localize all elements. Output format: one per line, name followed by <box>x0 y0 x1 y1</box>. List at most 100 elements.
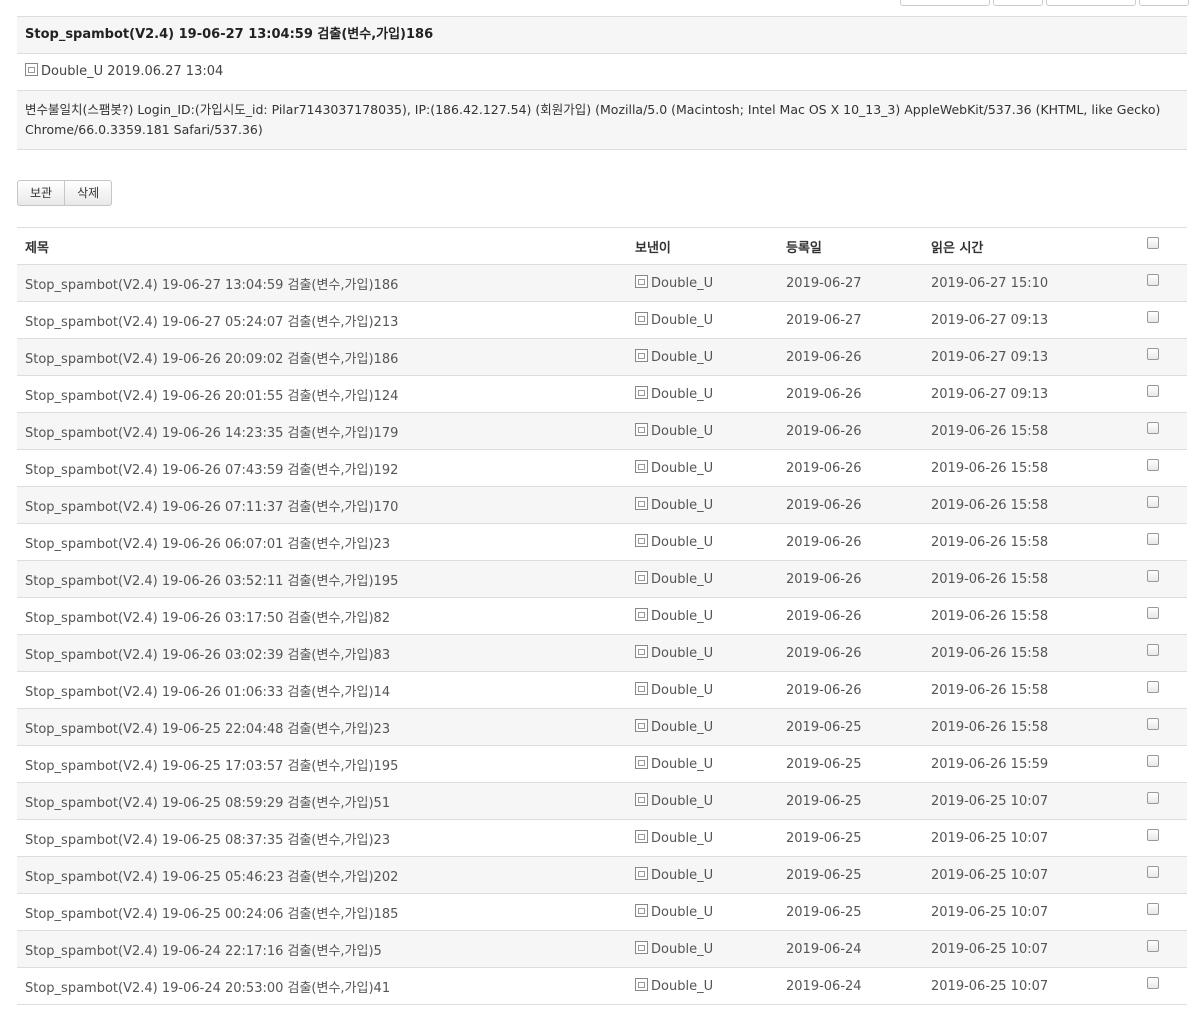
row-sender[interactable]: Double_U <box>651 350 713 365</box>
select-all-checkbox[interactable] <box>1147 237 1159 249</box>
row-sender[interactable]: Double_U <box>651 387 713 402</box>
row-sender[interactable]: Double_U <box>651 609 713 624</box>
row-title[interactable]: Stop_spambot(V2.4) 19-06-26 01:06:33 검출(… <box>17 671 627 709</box>
row-checkbox[interactable] <box>1147 422 1159 434</box>
row-sender-cell: Double_U <box>627 449 778 487</box>
member-icon <box>635 423 648 436</box>
row-read-time: 2019-06-26 15:58 <box>923 671 1139 709</box>
row-sender[interactable]: Double_U <box>651 535 713 550</box>
row-sender-cell: Double_U <box>627 597 778 635</box>
row-sender-cell: Double_U <box>627 856 778 894</box>
row-registered: 2019-06-26 <box>778 412 923 450</box>
row-checkbox[interactable] <box>1147 755 1159 767</box>
row-check-cell <box>1139 560 1187 598</box>
row-title[interactable]: Stop_spambot(V2.4) 19-06-26 06:07:01 검출(… <box>17 523 627 561</box>
row-checkbox[interactable] <box>1147 829 1159 841</box>
row-checkbox[interactable] <box>1147 644 1159 656</box>
row-sender[interactable]: Double_U <box>651 720 713 735</box>
top-button-1[interactable] <box>993 0 1043 6</box>
row-checkbox[interactable] <box>1147 311 1159 323</box>
row-checkbox[interactable] <box>1147 977 1159 989</box>
row-title[interactable]: Stop_spambot(V2.4) 19-06-27 05:24:07 검출(… <box>17 301 627 339</box>
row-check-cell <box>1139 338 1187 376</box>
row-title[interactable]: Stop_spambot(V2.4) 19-06-25 22:04:48 검출(… <box>17 708 627 746</box>
row-checkbox[interactable] <box>1147 496 1159 508</box>
row-sender[interactable]: Double_U <box>651 868 713 883</box>
row-sender[interactable]: Double_U <box>651 683 713 698</box>
row-sender[interactable]: Double_U <box>651 498 713 513</box>
row-checkbox[interactable] <box>1147 866 1159 878</box>
row-checkbox[interactable] <box>1147 718 1159 730</box>
row-sender[interactable]: Double_U <box>651 794 713 809</box>
row-title[interactable]: Stop_spambot(V2.4) 19-06-26 07:11:37 검출(… <box>17 486 627 524</box>
member-icon <box>635 830 648 843</box>
row-registered: 2019-06-25 <box>778 856 923 894</box>
row-registered: 2019-06-26 <box>778 449 923 487</box>
row-title[interactable]: Stop_spambot(V2.4) 19-06-26 20:01:55 검출(… <box>17 375 627 413</box>
row-title[interactable]: Stop_spambot(V2.4) 19-06-26 07:43:59 검출(… <box>17 449 627 487</box>
row-sender[interactable]: Double_U <box>651 424 713 439</box>
top-select-1[interactable] <box>900 0 990 6</box>
member-icon <box>635 756 648 769</box>
row-registered: 2019-06-26 <box>778 523 923 561</box>
row-sender[interactable]: Double_U <box>651 757 713 772</box>
row-sender-cell: Double_U <box>627 560 778 598</box>
row-title[interactable]: Stop_spambot(V2.4) 19-06-24 22:17:16 검출(… <box>17 930 627 968</box>
table-row: Stop_spambot(V2.4) 19-06-26 03:17:50 검출(… <box>17 597 1187 635</box>
table-row: Stop_spambot(V2.4) 19-06-25 00:24:06 검출(… <box>17 893 1187 931</box>
row-title[interactable]: Stop_spambot(V2.4) 19-06-25 17:03:57 검출(… <box>17 745 627 783</box>
delete-button[interactable]: 삭제 <box>65 180 113 206</box>
row-check-cell <box>1139 708 1187 746</box>
content: Stop_spambot(V2.4) 19-06-27 13:04:59 검출(… <box>17 16 1187 1005</box>
row-title[interactable]: Stop_spambot(V2.4) 19-06-26 03:17:50 검출(… <box>17 597 627 635</box>
column-header-registered: 등록일 <box>778 227 923 265</box>
row-checkbox[interactable] <box>1147 348 1159 360</box>
row-sender[interactable]: Double_U <box>651 313 713 328</box>
row-checkbox[interactable] <box>1147 533 1159 545</box>
row-check-cell <box>1139 597 1187 635</box>
row-sender[interactable]: Double_U <box>651 276 713 291</box>
row-sender[interactable]: Double_U <box>651 572 713 587</box>
row-checkbox[interactable] <box>1147 792 1159 804</box>
row-sender[interactable]: Double_U <box>651 979 713 994</box>
row-read-time: 2019-06-27 09:13 <box>923 301 1139 339</box>
table-row: Stop_spambot(V2.4) 19-06-26 06:07:01 검출(… <box>17 523 1187 561</box>
row-title[interactable]: Stop_spambot(V2.4) 19-06-26 20:09:02 검출(… <box>17 338 627 376</box>
row-checkbox[interactable] <box>1147 607 1159 619</box>
row-title[interactable]: Stop_spambot(V2.4) 19-06-26 14:23:35 검출(… <box>17 412 627 450</box>
row-registered: 2019-06-26 <box>778 671 923 709</box>
row-checkbox[interactable] <box>1147 570 1159 582</box>
row-sender[interactable]: Double_U <box>651 942 713 957</box>
row-checkbox[interactable] <box>1147 274 1159 286</box>
row-read-time: 2019-06-27 15:10 <box>923 264 1139 302</box>
row-sender[interactable]: Double_U <box>651 905 713 920</box>
row-title[interactable]: Stop_spambot(V2.4) 19-06-26 03:52:11 검출(… <box>17 560 627 598</box>
row-title[interactable]: Stop_spambot(V2.4) 19-06-27 13:04:59 검출(… <box>17 264 627 302</box>
row-checkbox[interactable] <box>1147 940 1159 952</box>
message-meta: Double_U 2019.06.27 13:04 <box>17 54 1187 91</box>
top-select-2[interactable] <box>1046 0 1136 6</box>
row-sender[interactable]: Double_U <box>651 461 713 476</box>
table-row: Stop_spambot(V2.4) 19-06-26 20:01:55 검출(… <box>17 375 1187 413</box>
row-registered: 2019-06-26 <box>778 486 923 524</box>
row-title[interactable]: Stop_spambot(V2.4) 19-06-25 05:46:23 검출(… <box>17 856 627 894</box>
message-sender[interactable]: Double_U <box>41 64 103 79</box>
row-title[interactable]: Stop_spambot(V2.4) 19-06-26 03:02:39 검출(… <box>17 634 627 672</box>
row-checkbox[interactable] <box>1147 459 1159 471</box>
row-checkbox[interactable] <box>1147 681 1159 693</box>
row-title[interactable]: Stop_spambot(V2.4) 19-06-25 00:24:06 검출(… <box>17 893 627 931</box>
row-checkbox[interactable] <box>1147 385 1159 397</box>
row-title[interactable]: Stop_spambot(V2.4) 19-06-24 20:53:00 검출(… <box>17 967 627 1005</box>
top-button-2[interactable] <box>1139 0 1189 6</box>
row-title[interactable]: Stop_spambot(V2.4) 19-06-25 08:37:35 검출(… <box>17 819 627 857</box>
row-registered: 2019-06-25 <box>778 893 923 931</box>
row-sender[interactable]: Double_U <box>651 646 713 661</box>
row-check-cell <box>1139 745 1187 783</box>
member-icon <box>635 608 648 621</box>
archive-button[interactable]: 보관 <box>17 180 66 206</box>
row-title[interactable]: Stop_spambot(V2.4) 19-06-25 08:59:29 검출(… <box>17 782 627 820</box>
row-read-time: 2019-06-26 15:59 <box>923 745 1139 783</box>
row-sender[interactable]: Double_U <box>651 831 713 846</box>
row-registered: 2019-06-26 <box>778 634 923 672</box>
row-checkbox[interactable] <box>1147 903 1159 915</box>
